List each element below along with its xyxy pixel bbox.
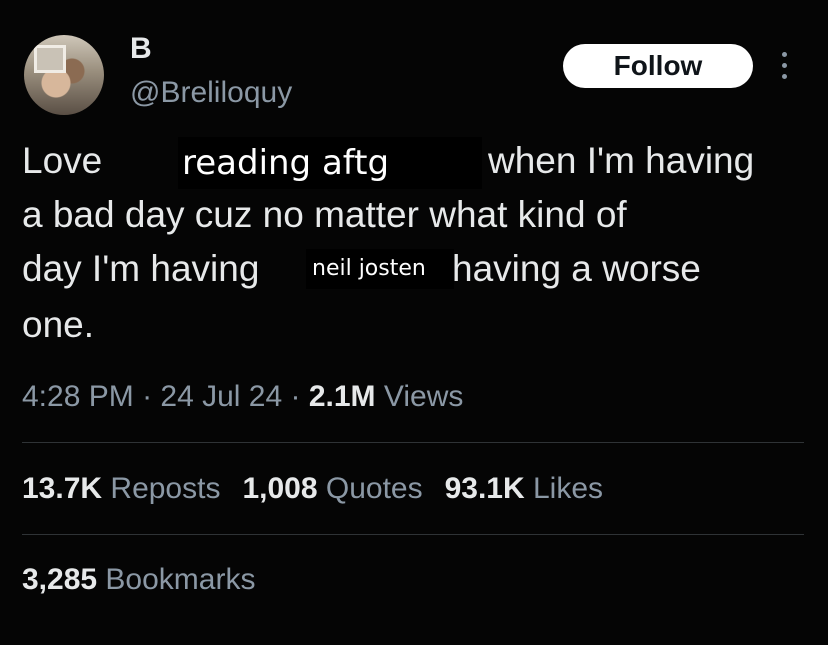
tweet-text-line-1b: when I'm having [488, 140, 755, 181]
sticker-reading-aftg: reading aftg [178, 137, 482, 189]
tweet-text-line-2: a bad day cuz no matter what kind of [22, 194, 627, 235]
engagement-stats: 13.7K Reposts 1,008 Quotes 93.1K Likes [22, 472, 603, 506]
follow-button[interactable]: Follow [563, 44, 753, 88]
display-name[interactable]: B [130, 32, 152, 66]
user-handle[interactable]: @Breliloquy [130, 76, 292, 110]
tweet-text-line-3a: day I'm having [22, 248, 260, 289]
bookmarks-stat[interactable]: 3,285 Bookmarks [22, 563, 255, 597]
tweet-date: 24 Jul 24 [160, 380, 283, 413]
tweet-text-line-4: one. [22, 304, 95, 345]
quotes-stat[interactable]: 1,008 Quotes [242, 472, 422, 505]
tweet-meta: 4:28 PM · 24 Jul 24 · 2.1M Views [22, 380, 464, 413]
avatar-window-detail [34, 45, 66, 73]
more-vertical-icon[interactable] [780, 52, 788, 82]
tweet-text-line-1a: Love [22, 140, 103, 181]
tweet-text-line-3b: having a worse [452, 248, 701, 289]
avatar[interactable] [24, 35, 104, 115]
bookmarks-label: Bookmarks [97, 563, 256, 596]
sticker-neil-josten: neil josten [306, 249, 454, 289]
views-label[interactable]: Views [376, 380, 464, 413]
bookmarks-count: 3,285 [22, 563, 98, 596]
reposts-stat[interactable]: 13.7K Reposts [22, 472, 220, 505]
divider-bottom [22, 534, 804, 535]
tweet-time: 4:28 PM [22, 380, 134, 413]
tweet-screenshot: B @Breliloquy Follow Love when I'm havin… [0, 0, 828, 645]
divider-top [22, 442, 804, 443]
likes-stat[interactable]: 93.1K Likes [445, 472, 603, 505]
views-count: 2.1M [308, 380, 376, 413]
